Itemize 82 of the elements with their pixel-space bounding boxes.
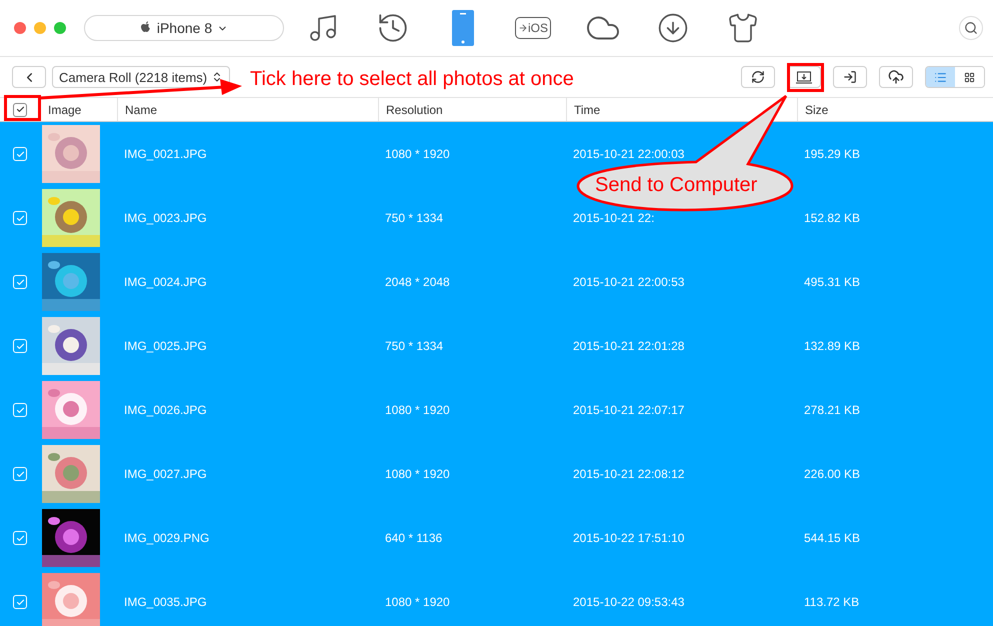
table-cell: 226.00 KB <box>804 467 860 481</box>
back-button[interactable] <box>12 66 46 88</box>
refresh-button[interactable] <box>741 66 775 88</box>
export-to-computer-button[interactable] <box>787 66 821 88</box>
device-selector[interactable]: iPhone 8 <box>84 15 284 41</box>
table-cell: 132.89 KB <box>804 339 860 353</box>
table-cell: IMG_0025.JPG <box>124 339 207 353</box>
highlight-frame <box>4 95 41 121</box>
table-cell: 2015-10-22 17:51:10 <box>573 531 684 545</box>
search-button[interactable] <box>959 16 983 40</box>
table-cell: 2015-10-21 22: <box>573 211 654 225</box>
grid-icon <box>964 72 975 82</box>
ios-label: iOS <box>528 21 548 35</box>
row-checkbox[interactable] <box>13 147 27 161</box>
table-cell: 750 * 1334 <box>385 339 444 353</box>
table-cell: 1080 * 1920 <box>385 403 450 417</box>
table-cell: IMG_0035.JPG <box>124 595 207 609</box>
import-icon <box>843 70 857 84</box>
check-icon <box>16 342 24 350</box>
table-cell: IMG_0024.JPG <box>124 275 207 289</box>
row-checkbox[interactable] <box>13 339 27 353</box>
zoom-button[interactable] <box>54 22 66 34</box>
row-checkbox[interactable] <box>13 403 27 417</box>
phone-icon <box>452 10 474 46</box>
table-cell: 2015-10-22 09:53:43 <box>573 595 684 609</box>
row-checkbox[interactable] <box>13 531 27 545</box>
table-cell: 750 * 1334 <box>385 211 444 225</box>
table-cell: 152.82 KB <box>804 211 860 225</box>
table-cell: IMG_0027.JPG <box>124 467 207 481</box>
table-cell: 1080 * 1920 <box>385 467 450 481</box>
check-icon <box>16 214 24 222</box>
table-cell: IMG_0026.JPG <box>124 403 207 417</box>
column-header[interactable]: Name <box>117 98 378 121</box>
music-icon <box>307 12 339 44</box>
table-cell: 1080 * 1920 <box>385 595 450 609</box>
check-icon <box>16 534 24 542</box>
table-cell: 2015-10-21 22:00:53 <box>573 275 684 289</box>
table-cell: 640 * 1136 <box>385 531 442 545</box>
table-cell: 2015-10-21 22:07:17 <box>573 403 684 417</box>
table-cell: 495.31 KB <box>804 275 860 289</box>
check-icon <box>16 470 24 478</box>
table-cell: 2048 * 2048 <box>385 275 450 289</box>
table-cell: IMG_0021.JPG <box>124 147 207 161</box>
table-cell: 2015-10-21 22:08:12 <box>573 467 684 481</box>
close-button[interactable] <box>14 22 26 34</box>
row-checkbox[interactable] <box>13 211 27 225</box>
highlight-frame <box>787 63 824 92</box>
check-icon <box>16 406 24 414</box>
search-icon <box>964 21 978 35</box>
column-header[interactable]: Image <box>40 98 117 121</box>
annotation-text: Tick here to select all photos at once <box>250 68 574 91</box>
import-button[interactable] <box>833 66 867 88</box>
column-header[interactable]: Resolution <box>378 98 566 121</box>
row-checkbox[interactable] <box>13 595 27 609</box>
table-cell: 544.15 KB <box>804 531 860 545</box>
select-all-checkbox[interactable] <box>13 102 27 116</box>
arrow-right-icon <box>518 23 528 33</box>
table-cell: 2015-10-21 22:01:28 <box>573 339 684 353</box>
column-header[interactable]: Size <box>797 98 993 121</box>
check-icon <box>16 150 24 158</box>
table-cell: IMG_0023.JPG <box>124 211 207 225</box>
nav-tab[interactable]: iOS <box>498 3 568 53</box>
table-cell: 1080 * 1920 <box>385 147 450 161</box>
table-cell: 2015-10-21 22:00:03 <box>573 147 684 161</box>
album-dropdown[interactable]: Camera Roll (2218 items) <box>52 66 230 88</box>
download-icon <box>657 12 689 44</box>
laptop-download-icon <box>795 70 813 84</box>
table-cell: IMG_0029.PNG <box>124 531 210 545</box>
apple-icon <box>140 21 152 35</box>
row-checkbox[interactable] <box>13 275 27 289</box>
refresh-icon <box>751 70 765 84</box>
table-cell: 195.29 KB <box>804 147 860 161</box>
check-icon <box>16 598 24 606</box>
cloud-upload-button[interactable] <box>879 66 913 88</box>
cloud-upload-icon <box>888 69 904 85</box>
check-icon <box>16 105 24 114</box>
table-cell: 113.72 KB <box>804 595 860 609</box>
table-cell: 278.21 KB <box>804 403 860 417</box>
list-icon <box>934 70 947 84</box>
shirt-icon <box>727 12 759 44</box>
row-checkbox[interactable] <box>13 467 27 481</box>
check-icon <box>16 278 24 286</box>
